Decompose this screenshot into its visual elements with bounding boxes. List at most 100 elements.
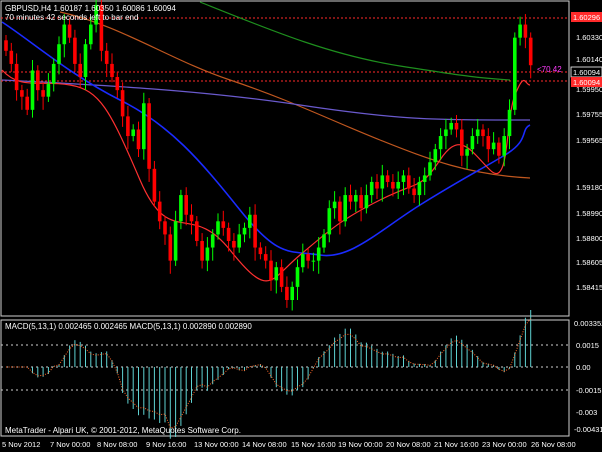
candle-bullish[interactable] [354, 195, 358, 202]
candle-bearish[interactable] [285, 286, 289, 300]
candle-bullish[interactable] [62, 24, 67, 45]
candle-bullish[interactable] [507, 109, 512, 137]
candle-bullish[interactable] [322, 234, 326, 248]
candle-bearish[interactable] [41, 90, 45, 97]
candle-bearish[interactable] [375, 181, 379, 189]
candle-bullish[interactable] [502, 136, 506, 156]
candle-bearish[interactable] [110, 63, 114, 78]
candle-bearish[interactable] [258, 247, 263, 255]
candle-bearish[interactable] [279, 267, 284, 287]
candle-bearish[interactable] [9, 50, 14, 64]
candle-bullish[interactable] [428, 162, 432, 176]
candle-bearish[interactable] [126, 116, 130, 137]
candle-bearish[interactable] [136, 129, 141, 150]
candle-bullish[interactable] [290, 286, 294, 300]
candle-bullish[interactable] [465, 149, 469, 156]
candle-bullish[interactable] [30, 70, 35, 110]
candle-bearish[interactable] [157, 201, 162, 222]
candle-bullish[interactable] [364, 195, 369, 209]
candle-bearish[interactable] [104, 50, 109, 64]
candle-bullish[interactable] [83, 44, 88, 78]
candle-bullish[interactable] [513, 37, 517, 110]
candle-bearish[interactable] [263, 254, 268, 261]
chart-canvas[interactable]: GBPUSD,H4 1.60187 1.60350 1.60086 1.6009… [0, 0, 602, 452]
candle-bearish[interactable] [359, 195, 363, 209]
candle-bearish[interactable] [73, 37, 77, 64]
candle-bullish[interactable] [216, 221, 220, 235]
candle-bullish[interactable] [248, 214, 252, 228]
candle-bearish[interactable] [528, 37, 533, 66]
candle-bearish[interactable] [115, 77, 120, 91]
candle-bullish[interactable] [422, 175, 427, 182]
candle-bullish[interactable] [380, 175, 385, 189]
candle-bearish[interactable] [67, 24, 72, 38]
candle-bearish[interactable] [195, 221, 199, 241]
candle-bearish[interactable] [152, 168, 157, 202]
candle-bearish[interactable] [163, 221, 167, 235]
candle-bullish[interactable] [142, 103, 146, 150]
candle-bearish[interactable] [184, 195, 188, 215]
candle-bearish[interactable] [20, 90, 24, 97]
candle-bullish[interactable] [518, 24, 522, 38]
candle-bullish[interactable] [433, 149, 438, 163]
candle-bearish[interactable] [4, 40, 8, 51]
candle-bearish[interactable] [221, 221, 226, 228]
candle-bearish[interactable] [481, 129, 485, 137]
candle-bearish[interactable] [460, 129, 464, 156]
candle-bullish[interactable] [51, 63, 56, 84]
candle-bearish[interactable] [269, 260, 273, 281]
candle-bearish[interactable] [348, 195, 353, 202]
candle-bullish[interactable] [332, 201, 337, 209]
candle-bullish[interactable] [205, 247, 210, 261]
candle-bearish[interactable] [253, 214, 257, 248]
candle-bullish[interactable] [301, 254, 305, 268]
candle-bullish[interactable] [369, 181, 374, 196]
candle-bearish[interactable] [523, 24, 528, 38]
candle-bullish[interactable] [311, 260, 316, 262]
candle-bullish[interactable] [210, 234, 215, 248]
candle-bearish[interactable] [497, 142, 501, 156]
candle-bullish[interactable] [343, 195, 347, 222]
candle-bullish[interactable] [396, 181, 400, 189]
candle-bullish[interactable] [475, 129, 480, 137]
candle-bullish[interactable] [274, 267, 279, 281]
candle-bullish[interactable] [449, 122, 453, 130]
candle-bearish[interactable] [306, 254, 310, 261]
candle-bearish[interactable] [338, 201, 342, 222]
candle-bearish[interactable] [226, 227, 231, 241]
candle-bullish[interactable] [444, 129, 448, 137]
candle-bullish[interactable] [401, 175, 406, 182]
candle-bullish[interactable] [89, 24, 93, 45]
macd-panel[interactable] [0, 319, 570, 437]
candle-bullish[interactable] [237, 234, 241, 248]
candle-bullish[interactable] [327, 208, 332, 235]
candle-bullish[interactable] [242, 227, 247, 235]
candle-bullish[interactable] [173, 221, 178, 261]
candle-bullish[interactable] [491, 142, 496, 150]
candle-bearish[interactable] [189, 214, 194, 222]
candle-bullish[interactable] [295, 267, 300, 287]
candle-bullish[interactable] [417, 181, 422, 196]
candle-bearish[interactable] [454, 122, 459, 130]
candle-bearish[interactable] [147, 103, 151, 169]
candle-bearish[interactable] [14, 63, 19, 91]
candle-bullish[interactable] [316, 247, 321, 261]
candle-bearish[interactable] [412, 188, 416, 196]
candle-bearish[interactable] [486, 136, 491, 150]
candle-bullish[interactable] [438, 136, 443, 150]
candle-bearish[interactable] [200, 240, 204, 261]
candle-bullish[interactable] [179, 195, 183, 222]
candle-bearish[interactable] [232, 240, 236, 248]
candle-bearish[interactable] [36, 70, 40, 91]
candle-bullish[interactable] [46, 83, 51, 97]
candle-bullish[interactable] [470, 136, 475, 150]
candle-bearish[interactable] [78, 63, 82, 78]
candle-bearish[interactable] [120, 90, 125, 117]
candle-bearish[interactable] [25, 96, 29, 110]
candle-bearish[interactable] [407, 175, 411, 189]
candle-bullish[interactable] [131, 129, 135, 137]
candle-bearish[interactable] [391, 181, 395, 189]
candle-bearish[interactable] [168, 234, 173, 261]
candle-bearish[interactable] [385, 175, 390, 182]
candle-bullish[interactable] [57, 44, 61, 64]
